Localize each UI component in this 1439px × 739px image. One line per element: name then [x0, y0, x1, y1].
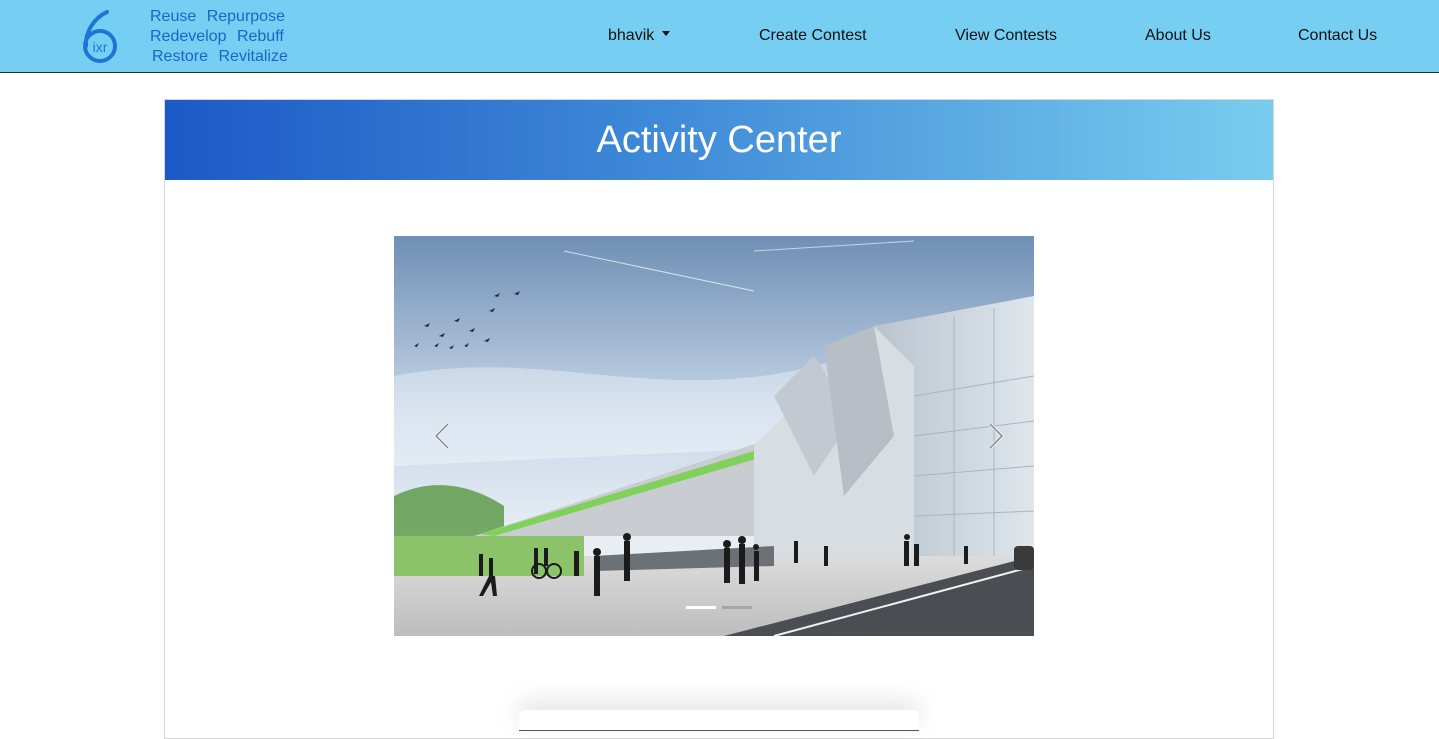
chevron-left-icon	[434, 422, 450, 450]
carousel-slide-image	[394, 236, 1034, 636]
carousel-next-button[interactable]	[974, 416, 1014, 456]
top-navbar: ixr Reuse Repurpose Redevelop Rebuff Res…	[0, 0, 1439, 73]
image-carousel[interactable]	[394, 236, 1034, 636]
brand-tagline: Reuse Repurpose Redevelop Rebuff Restore…	[150, 7, 294, 67]
carousel-indicator-1[interactable]	[686, 606, 716, 609]
page-title: Activity Center	[596, 119, 842, 161]
carousel-indicator-2[interactable]	[722, 606, 752, 609]
nav-create-contest[interactable]: Create Contest	[759, 27, 867, 45]
tagline-word: Redevelop	[150, 28, 227, 45]
tagline-word: Revitalize	[218, 48, 288, 65]
user-menu-dropdown[interactable]: bhavik	[608, 27, 671, 45]
card-header: Activity Center	[165, 100, 1273, 180]
nav-contact-us[interactable]: Contact Us	[1298, 27, 1377, 45]
logo-text: ixr	[93, 39, 108, 55]
tagline-row: Redevelop Rebuff	[150, 27, 294, 47]
logo-icon[interactable]: ixr	[80, 8, 120, 64]
tagline-row: Reuse Repurpose	[150, 7, 294, 27]
tagline-word: Rebuff	[236, 28, 284, 45]
activity-card: Activity Center	[164, 99, 1274, 739]
tagline-word: Reuse	[150, 8, 197, 25]
nav-view-contests[interactable]: View Contests	[955, 27, 1057, 45]
chevron-right-icon	[988, 422, 1004, 450]
tagline-word: Repurpose	[206, 8, 285, 25]
tagline-word: Restore	[152, 48, 209, 65]
caret-down-icon	[662, 31, 671, 37]
carousel-prev-button[interactable]	[424, 416, 464, 456]
user-menu-label: bhavik	[608, 27, 655, 44]
content-shadow-divider	[519, 710, 919, 731]
tagline-row: Restore Revitalize	[150, 47, 294, 67]
nav-about-us[interactable]: About Us	[1145, 27, 1211, 45]
